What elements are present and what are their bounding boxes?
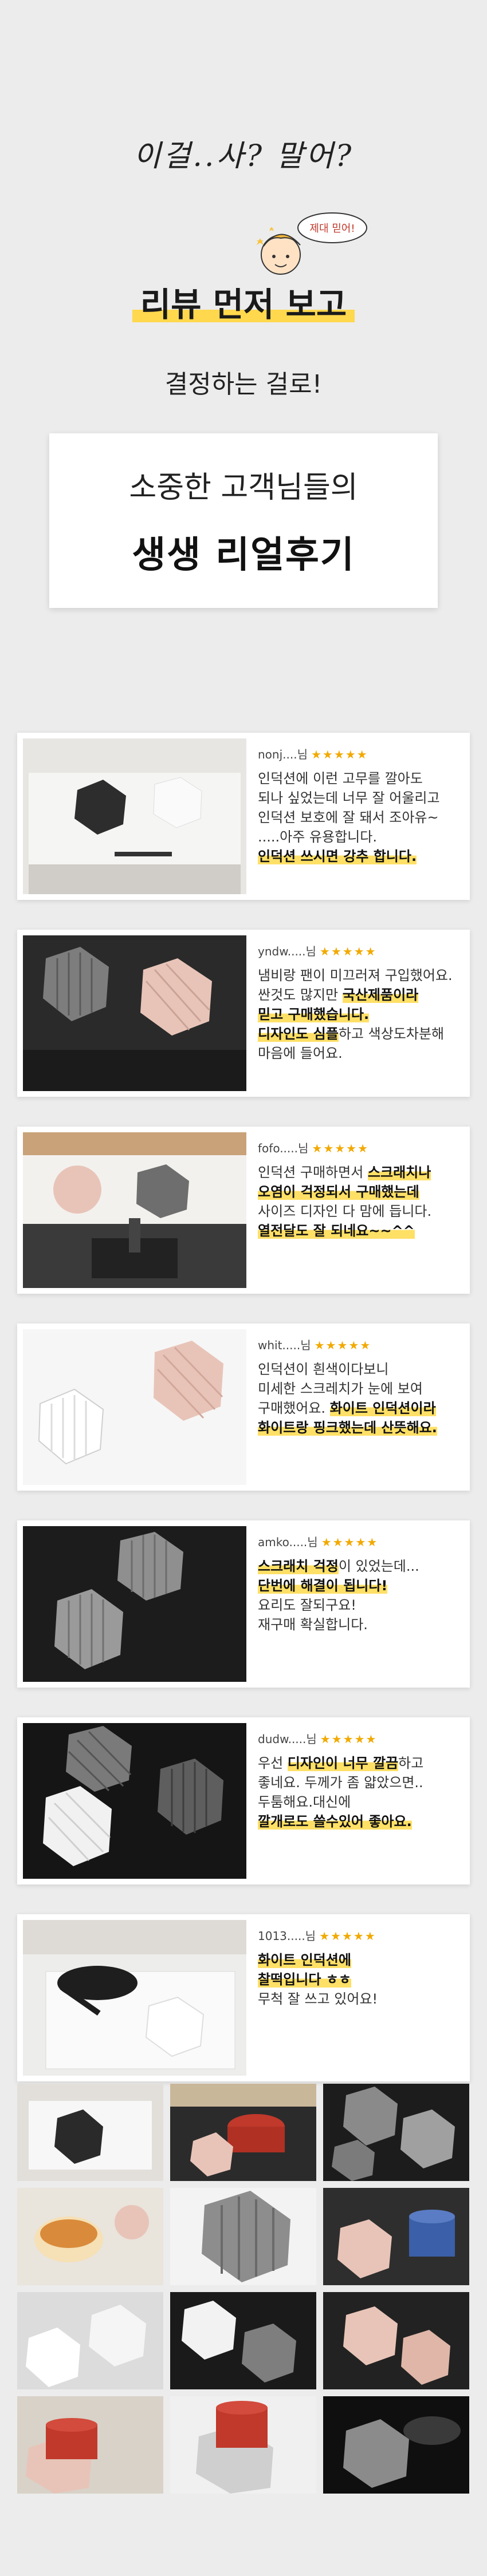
review-line: 인덕션 보호에 잘 돼서 조아유~ bbox=[258, 809, 439, 825]
review-banner: 소중한 고객님들의 생생 리얼후기 bbox=[49, 433, 438, 608]
gallery-photo-red-pot-mat bbox=[170, 2396, 316, 2494]
gallery-photo-white-mats-counter bbox=[17, 2292, 163, 2389]
review-line: 재구매 확실합니다. bbox=[258, 1617, 368, 1633]
review-photo bbox=[23, 1329, 246, 1485]
gallery-photo-gray-mat-closeup bbox=[170, 2188, 316, 2285]
rating-stars: ★★★★★ bbox=[321, 1535, 379, 1549]
review-card: 1013.....님 ★★★★★ 화이트 인덕션에 찰떡입니다 ㅎㅎ 무척 잘 쓰… bbox=[17, 1914, 470, 2081]
review-line: 두툼해요.대신에 bbox=[258, 1794, 351, 1810]
review-line: 미세한 스크레치가 눈에 보여 bbox=[258, 1381, 423, 1397]
page-title: 리뷰 먼저 보고 bbox=[132, 278, 355, 326]
review-card: yndw.....님 ★★★★★ 냄비랑 팬이 미끄러져 구입했어요. 싼것도 많… bbox=[17, 930, 470, 1097]
rating-stars: ★★★★★ bbox=[312, 1141, 370, 1155]
reviewer-name: fofo.....님 ★★★★★ bbox=[258, 1141, 370, 1155]
reviewer-name: amko.....님 ★★★★★ bbox=[258, 1535, 379, 1549]
rating-stars: ★★★★★ bbox=[311, 748, 368, 761]
review-line: 무척 잘 쓰고 있어요! bbox=[258, 1991, 378, 2007]
rating-stars: ★★★★★ bbox=[320, 1732, 378, 1746]
review-photo bbox=[23, 738, 246, 894]
reviewer-name: 1013.....님 ★★★★★ bbox=[258, 1929, 376, 1943]
review-highlight: 화이트 인덕션에 bbox=[258, 1952, 351, 1968]
review-line: 스크래치 걱정이 있었는데... bbox=[258, 1558, 419, 1574]
review-photo bbox=[23, 935, 246, 1091]
review-line: 인덕션 구매하면서 스크래치나 bbox=[258, 1164, 431, 1180]
photo-gallery bbox=[17, 2084, 470, 2494]
review-line: 좋네요. 두께가 좀 얇았으면.. bbox=[258, 1775, 423, 1791]
reviewer-name: yndw.....님 ★★★★★ bbox=[258, 945, 377, 958]
review-highlight: 인덕션 쓰시면 강추 합니다. bbox=[258, 848, 417, 864]
review-highlight: 국산제품이라 bbox=[342, 987, 419, 1003]
review-highlight: 스크래치 걱정 bbox=[258, 1558, 339, 1574]
handwritten-heading: 이걸..사? 말어? bbox=[133, 139, 354, 173]
rating-stars: ★★★★★ bbox=[319, 1929, 376, 1943]
gallery-photo-red-pot-cooktop bbox=[170, 2084, 316, 2181]
review-line: 요리도 잘되구요! bbox=[258, 1597, 356, 1613]
review-card: dudw.....님 ★★★★★ 우선 디자인이 너무 깔끔하고 좋네요. 두께가… bbox=[17, 1717, 470, 1884]
review-line: 사이즈 디자인 다 맘에 듭니다. bbox=[258, 1203, 432, 1219]
rating-stars: ★★★★★ bbox=[319, 945, 377, 958]
review-line: 인덕션에 이런 고무를 깔아도 bbox=[258, 771, 423, 787]
rating-stars: ★★★★★ bbox=[314, 1338, 372, 1352]
review-highlight: 찰떡입니다 ㅎㅎ bbox=[258, 1971, 351, 1988]
review-highlight: 스크래치나 bbox=[367, 1164, 431, 1180]
review-highlight: 깔개로도 쓸수있어 좋아요. bbox=[258, 1814, 412, 1830]
mascot-bubble: 제대 믿어! bbox=[309, 223, 355, 235]
review-line: 구매했어요. 화이트 인덕션이라 bbox=[258, 1400, 436, 1416]
gallery-photo-pink-mats-dark bbox=[323, 2292, 469, 2389]
reviewer-name: dudw.....님 ★★★★★ bbox=[258, 1732, 378, 1746]
review-list: nonj....님 ★★★★★ 인덕션에 이런 고무를 깔아도 되나 싶었는데 너… bbox=[17, 733, 470, 2111]
review-photo bbox=[23, 1132, 246, 1288]
review-highlight: 화이트 인덕션이라 bbox=[329, 1400, 436, 1416]
review-card: whit.....님 ★★★★★ 인덕션이 흰색이다보니 미세한 스크레치가 눈에… bbox=[17, 1323, 470, 1491]
review-line: 인덕션이 흰색이다보니 bbox=[258, 1361, 389, 1377]
review-line: .....아주 유용합니다. bbox=[258, 829, 377, 845]
review-line: 되나 싶었는데 너무 잘 어울리고 bbox=[258, 790, 440, 806]
review-card: fofo.....님 ★★★★★ 인덕션 구매하면서 스크래치나 오염이 걱정되서… bbox=[17, 1127, 470, 1294]
review-line: 우선 디자인이 너무 깔끔하고 bbox=[258, 1755, 424, 1771]
gallery-photo-food-bowl-counter bbox=[17, 2188, 163, 2285]
mascot-illustration: 제대 믿어! bbox=[257, 212, 367, 275]
reviewer-name: nonj....님 ★★★★★ bbox=[258, 748, 368, 761]
review-photo bbox=[23, 1723, 246, 1879]
review-card: nonj....님 ★★★★★ 인덕션에 이런 고무를 깔아도 되나 싶었는데 너… bbox=[17, 733, 470, 900]
review-highlight: 오염이 걱정되서 구매했는데 bbox=[258, 1184, 419, 1200]
banner-line2: 생생 리얼후기 bbox=[132, 534, 355, 576]
review-highlight: 믿고 구매했습니다. bbox=[258, 1006, 370, 1022]
review-card: amko.....님 ★★★★★ 스크래치 걱정이 있었는데... 단번에 해결이… bbox=[17, 1520, 470, 1688]
reviewer-name: whit.....님 ★★★★★ bbox=[258, 1338, 372, 1352]
review-highlight: 단번에 해결이 됩니다! bbox=[258, 1578, 388, 1594]
review-highlight: 열전달도 잘 되네요~~^^ bbox=[258, 1223, 415, 1239]
review-photo bbox=[23, 1920, 246, 2076]
banner-line1: 소중한 고객님들의 bbox=[129, 471, 358, 505]
gallery-photo-dark-glass-pan bbox=[323, 2396, 469, 2494]
gallery-photo-pink-pot-stove bbox=[323, 2188, 469, 2285]
review-highlight: 디자인이 너무 깔끔 bbox=[287, 1755, 399, 1771]
gallery-photo-black-mat-cooktop bbox=[17, 2084, 163, 2181]
review-line: 마음에 들어요. bbox=[258, 1045, 343, 1061]
gallery-photo-gray-mats-cooktop bbox=[323, 2084, 469, 2181]
review-highlight: 디자인도 심플 bbox=[258, 1026, 339, 1042]
review-highlight: 화이트랑 핑크했는데 산뜻해요. bbox=[258, 1420, 437, 1436]
review-line: 디자인도 심플하고 색상도차분해 bbox=[258, 1026, 445, 1042]
review-photo bbox=[23, 1526, 246, 1682]
gallery-photo-pink-pot-red bbox=[17, 2396, 163, 2494]
review-line: 냄비랑 팬이 미끄러져 구입했어요. bbox=[258, 967, 453, 983]
gallery-photo-dark-cooktop-mats bbox=[170, 2292, 316, 2389]
page-subtitle: 결정하는 걸로! bbox=[164, 370, 323, 399]
review-line: 싼것도 많지만 국산제품이라 bbox=[258, 987, 419, 1003]
